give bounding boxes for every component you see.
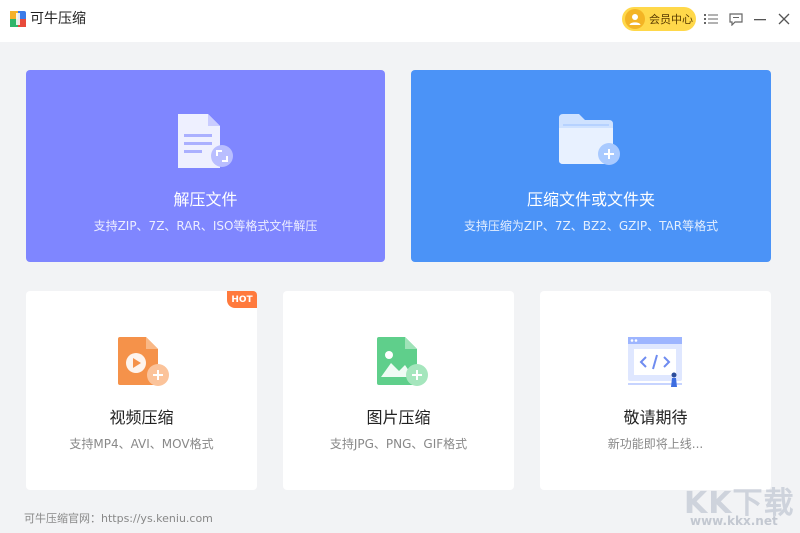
image-title: 图片压缩 bbox=[366, 408, 431, 427]
title-bar: 可牛压缩 会员中心 bbox=[0, 0, 800, 42]
coming-soon-title: 敬请期待 bbox=[623, 408, 688, 427]
extract-title: 解压文件 bbox=[173, 190, 238, 209]
image-desc: 支持JPG、PNG、GIF格式 bbox=[329, 437, 468, 451]
extract-desc: 支持ZIP、7Z、RAR、ISO等格式文件解压 bbox=[93, 219, 318, 233]
video-desc: 支持MP4、AVI、MOV格式 bbox=[69, 437, 214, 451]
vip-center-label: 会员中心 bbox=[649, 13, 693, 26]
video-title: 视频压缩 bbox=[109, 408, 174, 427]
user-avatar-icon bbox=[625, 9, 645, 29]
image-compress-icon bbox=[377, 337, 428, 386]
compress-files-card[interactable]: 压缩文件或文件夹 支持压缩为ZIP、7Z、BZ2、GZIP、TAR等格式 bbox=[411, 70, 771, 262]
close-icon[interactable] bbox=[776, 11, 792, 27]
vip-center-button[interactable]: 会员中心 bbox=[622, 7, 696, 31]
coming-soon-desc: 新功能即将上线... bbox=[607, 437, 704, 451]
compress-desc: 支持压缩为ZIP、7Z、BZ2、GZIP、TAR等格式 bbox=[463, 219, 719, 233]
app-title: 可牛压缩 bbox=[30, 11, 86, 27]
menu-list-icon[interactable] bbox=[703, 11, 719, 27]
document-extract-icon bbox=[178, 114, 233, 168]
image-compress-card[interactable]: 图片压缩 支持JPG、PNG、GIF格式 bbox=[283, 291, 514, 490]
compress-title: 压缩文件或文件夹 bbox=[526, 190, 655, 209]
feedback-icon[interactable] bbox=[728, 11, 744, 27]
extract-files-card[interactable]: 解压文件 支持ZIP、7Z、RAR、ISO等格式文件解压 bbox=[26, 70, 385, 262]
video-compress-card[interactable]: HOT 视频压缩 支持MP4、AVI、MOV格式 bbox=[26, 291, 257, 490]
watermark: KK下载 www.kkx.net bbox=[682, 478, 797, 530]
hot-badge: HOT bbox=[227, 291, 257, 308]
code-window-icon bbox=[628, 337, 682, 387]
watermark-url: www.kkx.net bbox=[690, 514, 778, 528]
app-logo-icon bbox=[10, 11, 26, 27]
folder-compress-icon bbox=[559, 114, 620, 165]
coming-soon-card: 敬请期待 新功能即将上线... bbox=[540, 291, 771, 490]
minimize-icon[interactable] bbox=[752, 11, 768, 27]
video-compress-icon bbox=[118, 337, 169, 386]
official-site-link[interactable]: 可牛压缩官网：https://ys.keniu.com bbox=[24, 510, 213, 526]
